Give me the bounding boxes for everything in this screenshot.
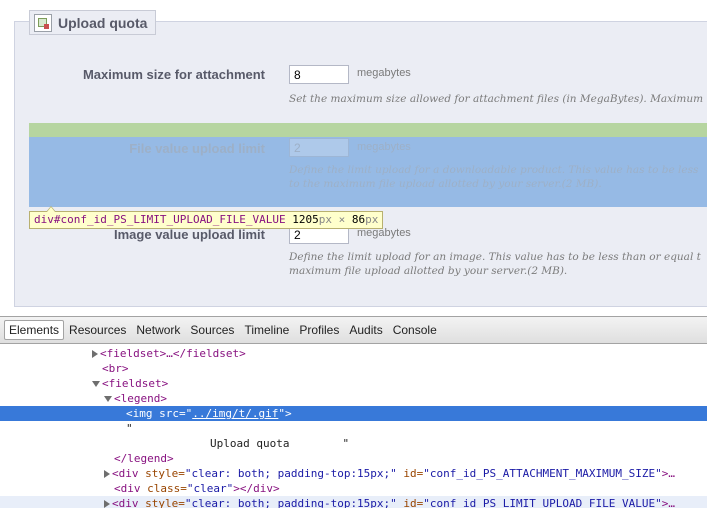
dom-node-br[interactable]: <br> xyxy=(0,361,707,376)
expand-triangle-icon[interactable] xyxy=(104,470,110,478)
file-upload-limit-desc-line2: to the maximum file upload allotted by y… xyxy=(289,178,602,190)
tab-elements[interactable]: Elements xyxy=(4,320,65,340)
tab-audits[interactable]: Audits xyxy=(344,320,387,340)
image-upload-limit-desc-line2: maximum file upload allotted by your ser… xyxy=(289,265,568,277)
page-content: Upload quota Maximum size for attachment… xyxy=(0,0,707,316)
tooltip-dimensions: 1205px × 86px xyxy=(292,213,378,226)
devtools-tabbar: Elements Resources Network Sources Timel… xyxy=(0,317,707,344)
tooltip-times: × xyxy=(338,213,346,226)
inspector-tooltip: div#conf_id_PS_LIMIT_UPLOAD_FILE_VALUE 1… xyxy=(29,206,384,229)
tooltip-arrow-icon xyxy=(46,206,56,212)
dom-text-quote[interactable]: " xyxy=(0,421,707,436)
elements-tree: <fieldset>…</fieldset> <br> <fieldset> <… xyxy=(0,345,707,508)
tab-timeline[interactable]: Timeline xyxy=(239,320,294,340)
file-upload-limit-input[interactable]: 2 xyxy=(289,138,349,157)
devtools-panel: Elements Resources Network Sources Timel… xyxy=(0,316,707,508)
image-upload-limit-label: Image value upload limit xyxy=(114,227,265,242)
collapse-triangle-icon[interactable] xyxy=(104,396,112,402)
file-upload-limit-desc-line1: Define the limit upload for a downloadab… xyxy=(289,164,699,176)
img-src-link[interactable]: ../img/t/.gif xyxy=(192,407,278,420)
tab-resources[interactable]: Resources xyxy=(64,320,131,340)
collapse-triangle-icon[interactable] xyxy=(92,381,100,387)
file-upload-limit-label: File value upload limit xyxy=(129,141,265,156)
dom-node-fieldset[interactable]: <fieldset> xyxy=(0,376,707,391)
dom-node-legend[interactable]: <legend> xyxy=(0,391,707,406)
dom-node-div-clear[interactable]: <div class="clear"></div> xyxy=(0,481,707,496)
image-upload-limit-desc-line1: Define the limit upload for an image. Th… xyxy=(289,251,701,263)
tooltip-height: 86 xyxy=(351,213,366,226)
expand-triangle-icon[interactable] xyxy=(92,350,98,358)
dom-node-fieldset-collapsed[interactable]: <fieldset>…</fieldset> xyxy=(0,346,707,361)
tooltip-selector: div#conf_id_PS_LIMIT_UPLOAD_FILE_VALUE xyxy=(34,213,286,226)
tab-profiles[interactable]: Profiles xyxy=(294,320,344,340)
dom-node-legend-close[interactable]: </legend> xyxy=(0,451,707,466)
tab-console[interactable]: Console xyxy=(388,320,442,340)
dom-node-img-selected[interactable]: <img src="../img/t/.gif"> xyxy=(0,406,707,421)
dom-text-upload-quota[interactable]: Upload quota " xyxy=(0,436,707,451)
tooltip-width-unit: px xyxy=(318,213,333,226)
tab-sources[interactable]: Sources xyxy=(185,320,239,340)
tooltip-height-unit: px xyxy=(365,213,379,226)
tab-network[interactable]: Network xyxy=(131,320,185,340)
tooltip-width: 1205 xyxy=(292,213,319,226)
dom-node-div-upload-file-limit[interactable]: <div style="clear: both; padding-top:15p… xyxy=(0,496,707,508)
file-upload-limit-unit: megabytes xyxy=(357,141,411,153)
dom-node-div-attachment[interactable]: <div style="clear: both; padding-top:15p… xyxy=(0,466,707,481)
